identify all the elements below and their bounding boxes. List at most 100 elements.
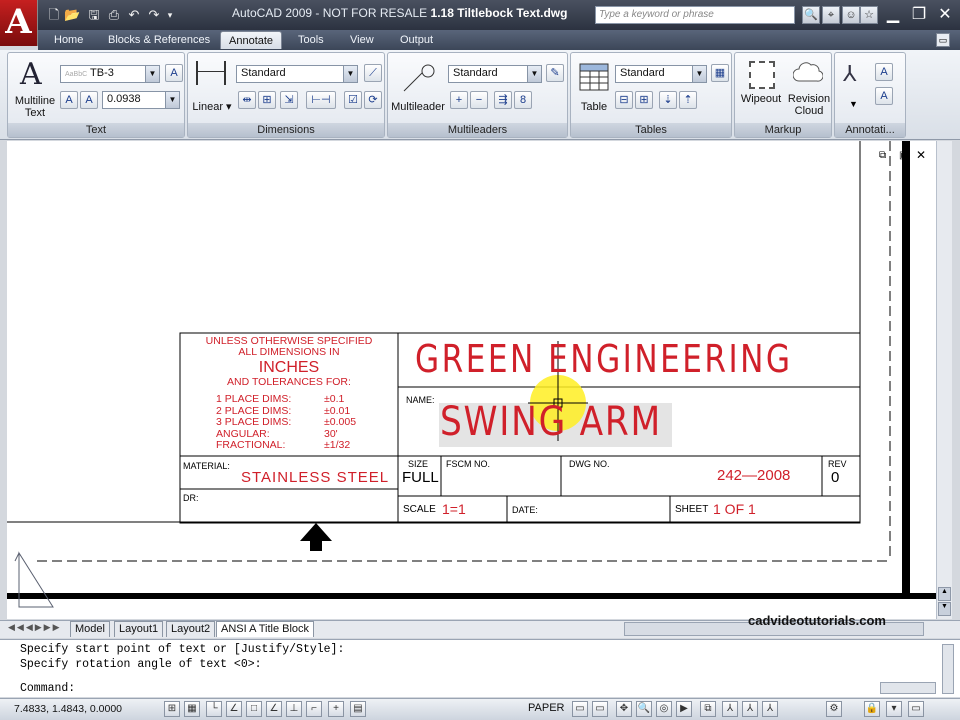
ortho-icon[interactable]: └ bbox=[206, 701, 222, 717]
layout-tab-layout1[interactable]: Layout1 bbox=[114, 621, 164, 637]
chevron-down-icon[interactable]: ▼ bbox=[527, 66, 541, 82]
status-menu-icon[interactable]: ▾ bbox=[886, 701, 902, 717]
grid-icon[interactable]: ▦ bbox=[184, 701, 200, 717]
collect-leaders-icon[interactable]: 8 bbox=[514, 91, 532, 109]
annotative-text-icon[interactable]: A bbox=[60, 91, 78, 109]
communication-center-icon[interactable]: ⌖ bbox=[822, 6, 840, 24]
revision-cloud-icon[interactable] bbox=[793, 59, 823, 89]
close-icon[interactable]: ✕ bbox=[932, 5, 958, 25]
dyn-icon[interactable]: ⌐ bbox=[306, 701, 322, 717]
redo-icon[interactable]: ↷ bbox=[146, 7, 162, 23]
chevron-down-icon[interactable]: ▼ bbox=[165, 92, 179, 108]
viewport-window-icon[interactable]: ▣ bbox=[899, 150, 908, 161]
wipeout-button[interactable]: Wipeout bbox=[737, 93, 785, 105]
align-leaders-icon[interactable]: ⇶ bbox=[494, 91, 512, 109]
dimension-style-select[interactable]: Standard ▼ bbox=[236, 65, 358, 83]
snap-icon[interactable]: ⊞ bbox=[164, 701, 180, 717]
annotation-scale-icon[interactable]: ⅄ bbox=[843, 61, 856, 87]
vertical-scrollbar[interactable]: ▲ ▼ bbox=[936, 141, 952, 619]
save-icon[interactable]: 🖫 bbox=[86, 7, 102, 23]
quick-access-dropdown-icon[interactable]: ▾ bbox=[162, 7, 178, 23]
table-download-icon[interactable]: ⇣ bbox=[659, 91, 677, 109]
minimize-ribbon-icon[interactable]: ▭ bbox=[936, 33, 950, 47]
osnap-icon[interactable]: □ bbox=[246, 701, 262, 717]
annotation-visibility-icon[interactable]: ⅄ bbox=[742, 701, 758, 717]
ducs-icon[interactable]: ⊥ bbox=[286, 701, 302, 717]
tab-tools[interactable]: Tools bbox=[290, 31, 332, 49]
quick-view-drawings-icon[interactable]: ▭ bbox=[592, 701, 608, 717]
dimension-break-icon[interactable]: ⇹ bbox=[238, 91, 256, 109]
annotation-dropdown-icon[interactable]: ▼ bbox=[849, 99, 858, 109]
command-prompt[interactable]: Command: bbox=[20, 682, 75, 695]
drawing-canvas[interactable]: UNLESS OTHERWISE SPECIFIED ALL DIMENSION… bbox=[7, 141, 941, 619]
revision-cloud-button[interactable]: Revision Cloud bbox=[785, 93, 833, 117]
paper-space-toggle[interactable]: PAPER bbox=[528, 702, 564, 714]
table-link-icon[interactable]: ⊞ bbox=[635, 91, 653, 109]
open-file-icon[interactable]: 📂 bbox=[64, 7, 80, 23]
table-insert-icon[interactable]: ⊟ bbox=[615, 91, 633, 109]
viewport-close-icon[interactable]: ✕ bbox=[916, 148, 926, 162]
text-style-select[interactable]: AaBbC TB-3 ▼ bbox=[60, 65, 160, 83]
tab-output[interactable]: Output bbox=[392, 31, 441, 49]
table-icon[interactable] bbox=[579, 63, 609, 91]
annotation-scale-status-icon[interactable]: ⅄ bbox=[722, 701, 738, 717]
search-icon[interactable]: 🔍 bbox=[802, 6, 820, 24]
people-icon[interactable]: ☺ bbox=[842, 6, 860, 24]
multileader-style-select[interactable]: Standard ▼ bbox=[448, 65, 542, 83]
text-height-icon[interactable]: A bbox=[80, 91, 98, 109]
quick-properties-icon[interactable]: ▤ bbox=[350, 701, 366, 717]
multileader-style-icon[interactable]: ✎ bbox=[546, 64, 564, 82]
table-style-icon[interactable]: ▦ bbox=[711, 64, 729, 82]
lock-icon[interactable]: 🔒 bbox=[864, 701, 880, 717]
tab-blocks-references[interactable]: Blocks & References bbox=[100, 31, 218, 49]
tab-view[interactable]: View bbox=[342, 31, 382, 49]
add-leader-icon[interactable]: + bbox=[450, 91, 468, 109]
clean-screen-icon[interactable]: ▭ bbox=[908, 701, 924, 717]
print-icon[interactable]: ⎙ bbox=[106, 7, 122, 23]
multileader-button[interactable]: Multileader bbox=[390, 101, 446, 113]
layout-nav-arrows-icon[interactable]: ◀◀◀▶▶▶ bbox=[8, 622, 62, 633]
table-upload-icon[interactable]: ⇡ bbox=[679, 91, 697, 109]
restore-icon[interactable]: ❐ bbox=[906, 5, 932, 25]
lineweight-icon[interactable]: + bbox=[328, 701, 344, 717]
showmotion-icon[interactable]: ▶ bbox=[676, 701, 692, 717]
command-window[interactable]: Specify start point of text or [Justify/… bbox=[0, 639, 960, 697]
multiline-text-icon[interactable]: A bbox=[20, 57, 42, 92]
new-file-icon[interactable]: 🗋 bbox=[46, 7, 62, 23]
undo-icon[interactable]: ↶ bbox=[126, 7, 142, 23]
linear-dimension-button[interactable]: Linear ▾ bbox=[190, 101, 234, 113]
polar-icon[interactable]: ∠ bbox=[226, 701, 242, 717]
remove-scale-icon[interactable]: A bbox=[875, 87, 893, 105]
tab-home[interactable]: Home bbox=[46, 31, 91, 49]
update-dimension-icon[interactable]: ⟳ bbox=[364, 91, 382, 109]
layout-tab-ansi-a-title-block[interactable]: ANSI A Title Block bbox=[216, 621, 315, 637]
viewport-restore-icon[interactable]: ⧉ bbox=[879, 150, 886, 161]
inspect-icon[interactable]: ☑ bbox=[344, 91, 362, 109]
command-vertical-scrollbar[interactable] bbox=[942, 644, 954, 694]
multiline-text-button[interactable]: Multiline Text bbox=[10, 95, 60, 119]
pan-icon[interactable]: ✥ bbox=[616, 701, 632, 717]
scroll-down-icon[interactable]: ▼ bbox=[938, 602, 951, 616]
otrack-icon[interactable]: ∠ bbox=[266, 701, 282, 717]
chevron-down-icon[interactable]: ▼ bbox=[343, 66, 357, 82]
search-input[interactable]: Type a keyword or phrase bbox=[595, 6, 795, 24]
table-style-select[interactable]: Standard ▼ bbox=[615, 65, 707, 83]
quick-view-layouts-icon[interactable]: ▭ bbox=[572, 701, 588, 717]
adjust-space-icon[interactable]: ⊞ bbox=[258, 91, 276, 109]
chevron-down-icon[interactable]: ▼ bbox=[145, 66, 159, 82]
multileader-icon[interactable] bbox=[402, 63, 436, 93]
continue-dimension-icon[interactable]: ⊢⊣ bbox=[306, 91, 336, 109]
workspace-icon[interactable]: ⚙ bbox=[826, 701, 842, 717]
linear-dimension-icon[interactable] bbox=[196, 61, 226, 85]
quick-dimension-icon[interactable]: ⇲ bbox=[280, 91, 298, 109]
tab-annotate[interactable]: Annotate bbox=[220, 31, 283, 49]
favorites-star-icon[interactable]: ☆ bbox=[860, 6, 878, 24]
application-menu-button[interactable]: A bbox=[0, 0, 38, 46]
part-name[interactable]: SWING ARM bbox=[440, 399, 662, 445]
scroll-up-icon[interactable]: ▲ bbox=[938, 587, 951, 601]
text-style-icon[interactable]: A bbox=[165, 64, 183, 82]
dimension-style-icon[interactable]: ⟋ bbox=[364, 64, 382, 82]
steeringwheel-icon[interactable]: ◎ bbox=[656, 701, 672, 717]
text-height-select[interactable]: 0.0938 ▼ bbox=[102, 91, 180, 109]
zoom-icon[interactable]: 🔍 bbox=[636, 701, 652, 717]
